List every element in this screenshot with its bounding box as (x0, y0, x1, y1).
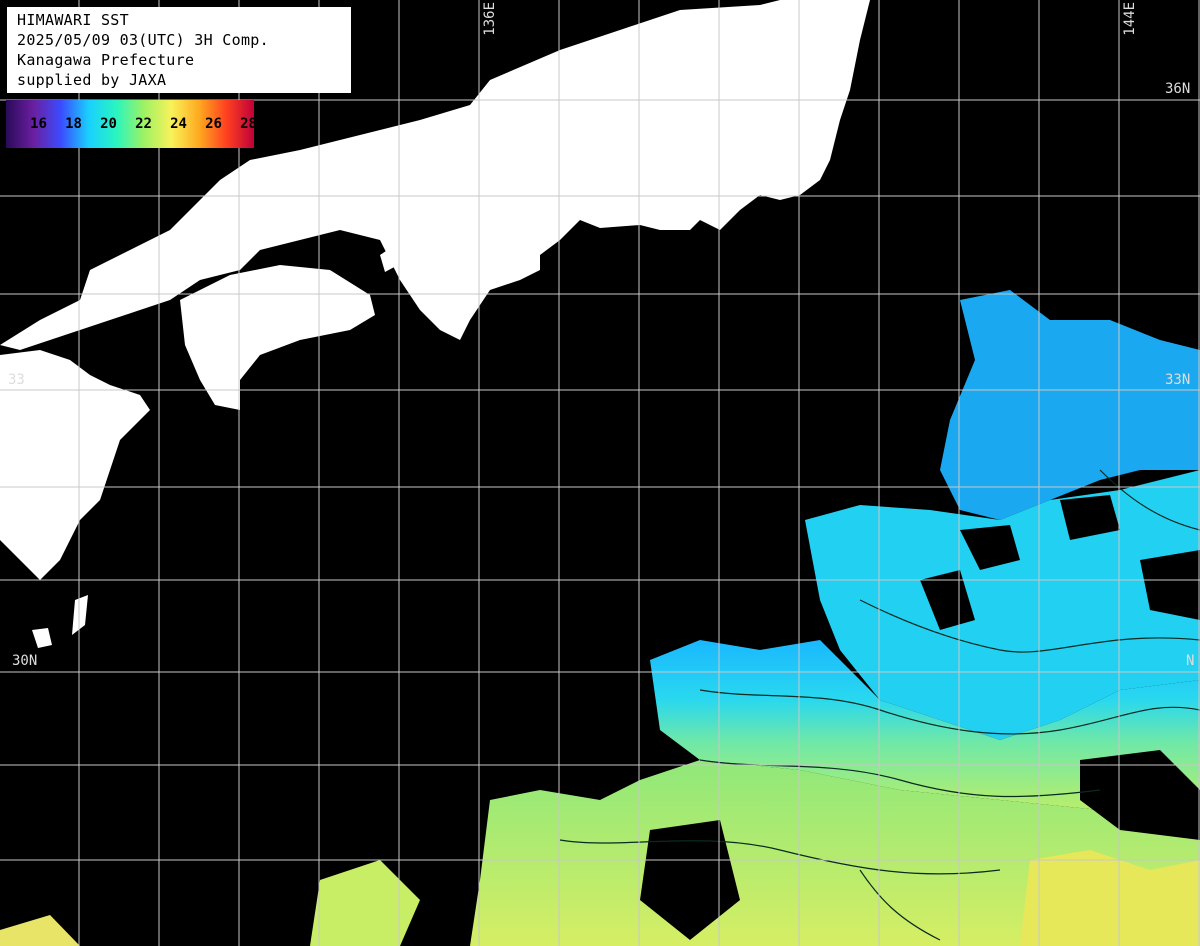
info-box: HIMAWARI SST 2025/05/09 03(UTC) 3H Comp.… (7, 7, 351, 93)
lat-label-33n-right: 33N (1165, 372, 1191, 388)
legend-tick: 18 (65, 116, 82, 132)
lon-label-136e: 136E (482, 2, 498, 36)
legend-tick: 16 (30, 116, 47, 132)
lat-label-30n-right: N (1186, 653, 1195, 669)
sst-field (0, 290, 1200, 946)
legend-tick: 26 (205, 116, 222, 132)
legend-tick: 28 (240, 116, 257, 132)
legend-ticks: 16 18 20 22 24 26 28 (26, 116, 261, 132)
lat-label-30n-left: 30N (12, 653, 38, 669)
info-title: HIMAWARI SST (17, 11, 129, 29)
land-yakushima (32, 628, 52, 648)
info-region: Kanagawa Prefecture (17, 51, 195, 69)
legend-tick: 22 (135, 116, 152, 132)
info-datetime: 2025/05/09 03(UTC) 3H Comp. (17, 31, 269, 49)
land-japan (0, 0, 870, 648)
lat-label-33-left: 33 (8, 372, 25, 388)
legend-tick: 20 (100, 116, 117, 132)
land-shikoku (180, 265, 375, 410)
lat-label-36n: 36N (1165, 81, 1191, 97)
land-tanegashima (72, 595, 88, 635)
lon-label-144e: 144E (1122, 2, 1138, 36)
sst-far-southwest (310, 860, 420, 946)
sst-corner-sw (0, 915, 80, 946)
sst-color-legend: 16 18 20 22 24 26 28 (6, 100, 257, 148)
info-source: supplied by JAXA (17, 71, 167, 89)
legend-tick: 24 (170, 116, 187, 132)
